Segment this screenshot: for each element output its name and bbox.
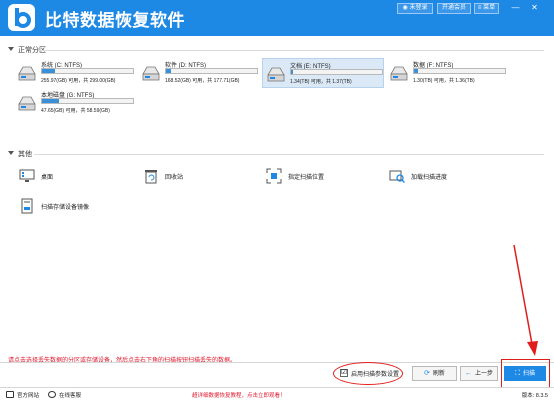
monitor-icon — [6, 391, 14, 398]
headset-icon — [48, 391, 56, 398]
online-support-link[interactable]: 在线客服 — [48, 391, 81, 400]
support-label: 在线客服 — [59, 393, 82, 399]
website-label: 官方网站 — [17, 393, 40, 399]
tutorial-link[interactable]: 超详细数据恢复教程，点击立即观看！ — [192, 391, 286, 399]
annotation-arrow — [513, 244, 538, 356]
version-label: 版本: 8.3.5 — [521, 393, 548, 399]
official-website-link[interactable]: 官方网站 — [6, 391, 39, 400]
